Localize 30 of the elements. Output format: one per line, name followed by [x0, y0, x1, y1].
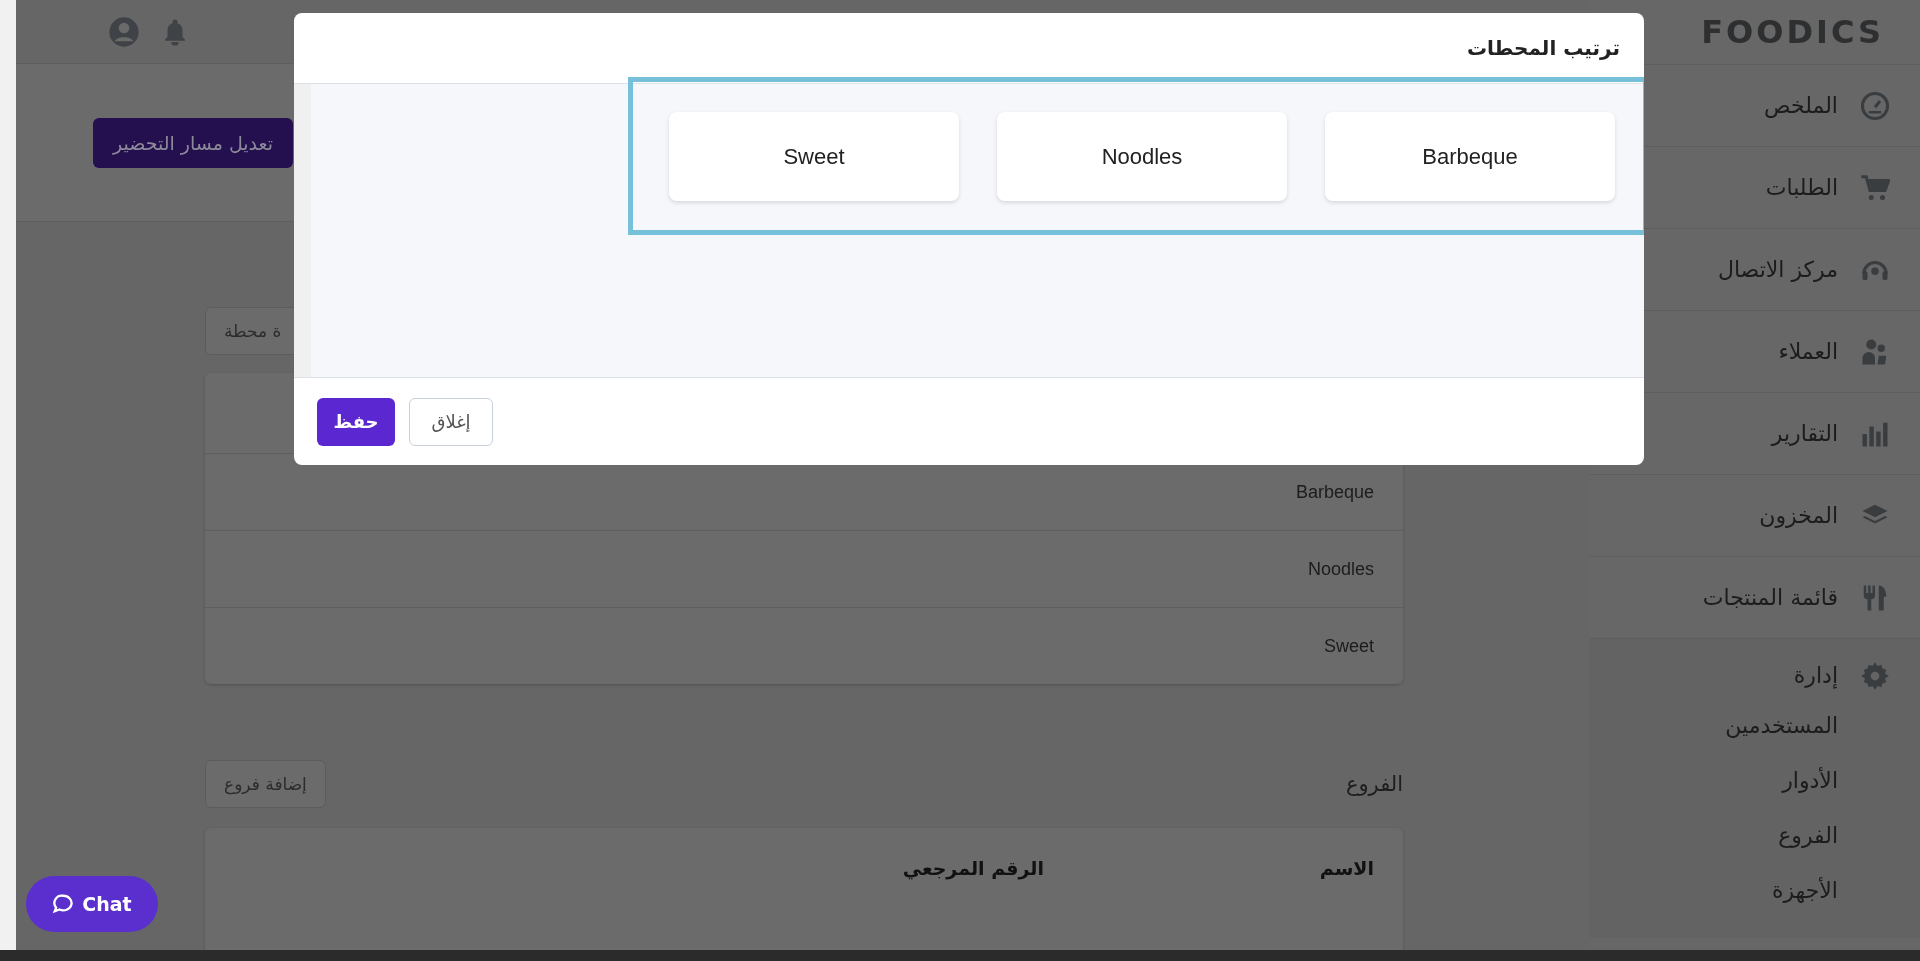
page-scrollbar[interactable] — [0, 0, 16, 950]
cart-icon — [1860, 172, 1890, 203]
scrollbar[interactable] — [294, 84, 311, 377]
nav-subitem[interactable]: الأدوار — [1590, 753, 1920, 808]
chat-button[interactable]: Chat — [26, 876, 158, 932]
station-card[interactable]: Sweet — [669, 112, 959, 201]
nav-item[interactable]: المخزون — [1590, 474, 1920, 556]
edit-route-button[interactable]: تعديل مسار التحضير — [93, 117, 294, 168]
column-header: الاسم — [1318, 857, 1374, 879]
nav-subitem[interactable]: الفروع — [1590, 808, 1920, 863]
logo: FOODICS — [1701, 13, 1884, 51]
save-button[interactable]: حفظ — [317, 397, 395, 446]
speech-bubble-icon — [52, 893, 75, 915]
dialog-title: ترتيب المحطات — [1466, 36, 1620, 60]
nav-subitem[interactable]: المستخدمين — [1590, 698, 1920, 753]
station-card[interactable]: Barbeque — [1325, 112, 1615, 201]
gauge-icon — [1860, 90, 1890, 121]
table-cell: Barbeque — [1295, 481, 1374, 503]
column-header: الرقم المرجعي — [902, 857, 1044, 879]
add-branches-button[interactable]: إضافة فروع — [205, 760, 326, 808]
nav-item[interactable]: إدارة — [1590, 638, 1920, 698]
gear-icon — [1860, 660, 1890, 691]
nav-item[interactable]: قائمة المنتجات — [1590, 556, 1920, 638]
table-cell: Sweet — [1323, 635, 1374, 657]
station-card[interactable]: Noodles — [997, 112, 1287, 201]
user-avatar-icon[interactable] — [108, 15, 140, 48]
table-cell: Noodles — [1307, 558, 1374, 580]
close-button[interactable]: إغلاق — [409, 397, 493, 446]
nav-subitem[interactable]: الأجهزة — [1590, 863, 1920, 918]
section-title: الفروع — [1345, 772, 1403, 796]
